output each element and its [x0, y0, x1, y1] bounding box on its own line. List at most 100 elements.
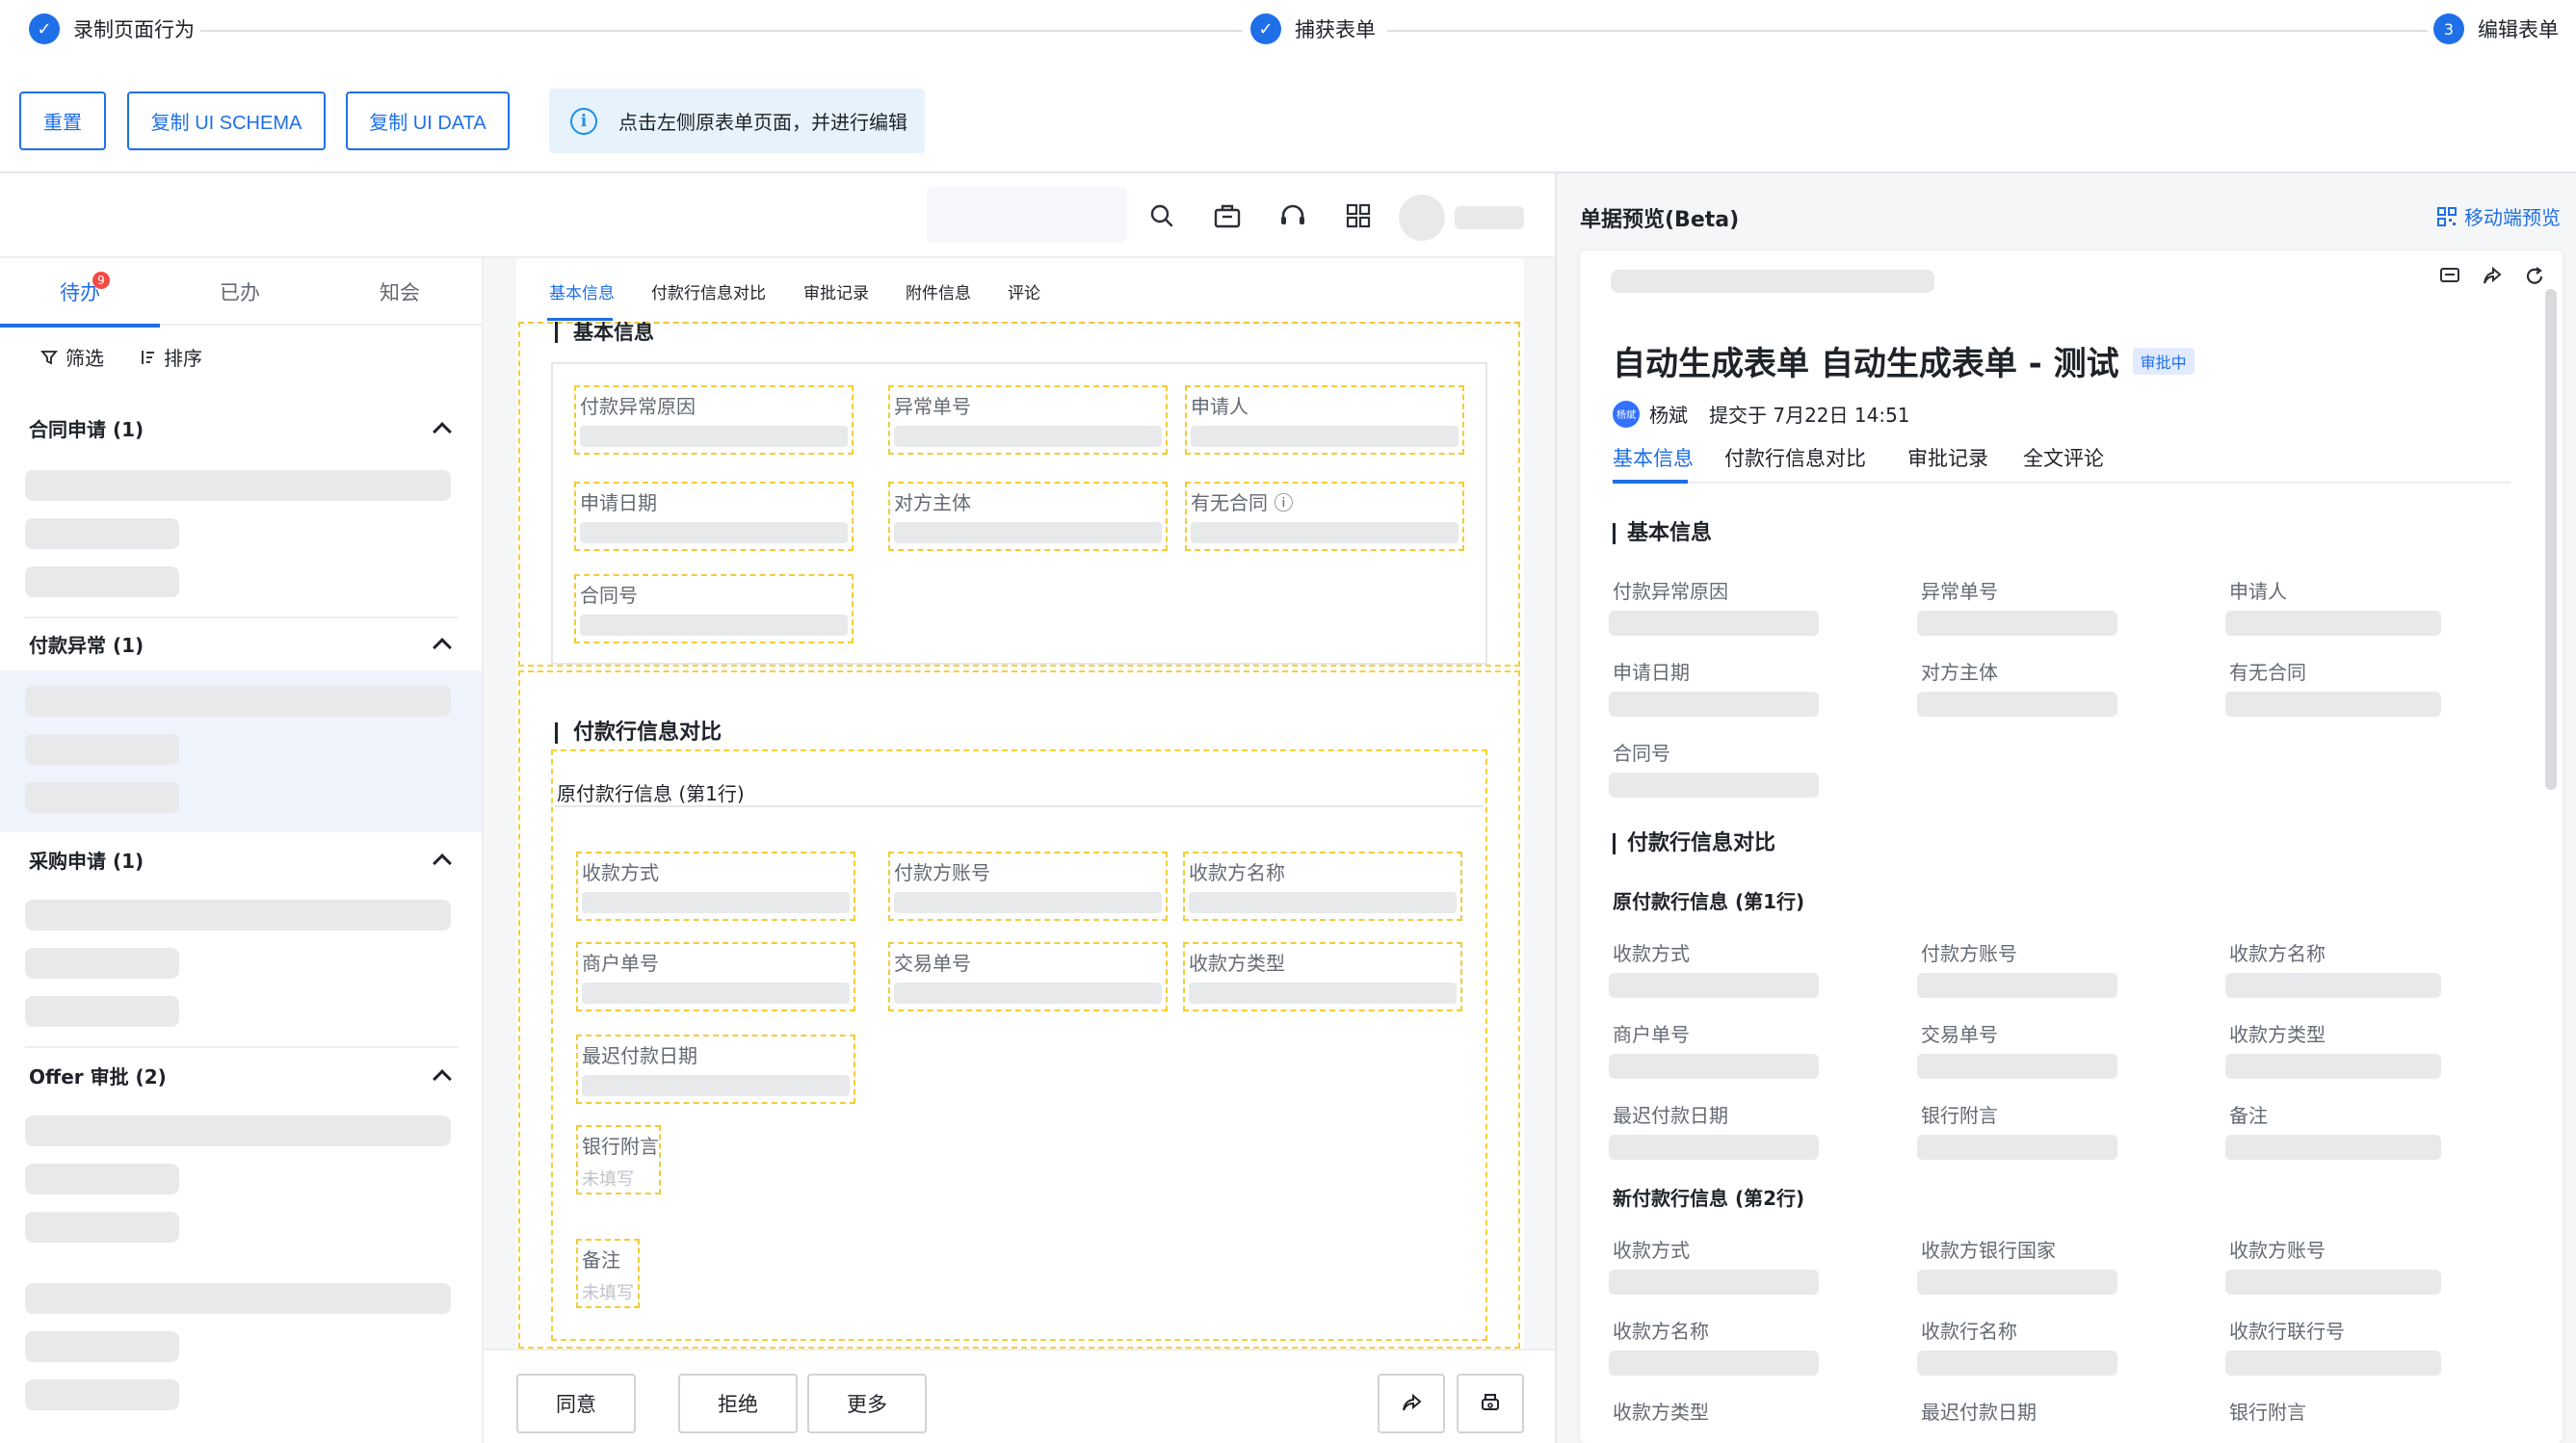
field-exception-no[interactable]: 异常单号	[888, 385, 1168, 455]
field-label: 合同号	[580, 584, 638, 607]
copy-ui-schema-button[interactable]: 复制 UI SCHEMA	[127, 92, 326, 150]
field-label: 异常单号	[894, 395, 971, 418]
step-capture: ✓ 捕获表单	[1250, 13, 1376, 44]
field-value-placeholder	[894, 892, 1162, 913]
tab-done[interactable]: 已办	[160, 258, 320, 326]
group-contract-header[interactable]: 合同申请 (1)	[29, 408, 453, 447]
preview-field-label: 银行附言	[2229, 1401, 2306, 1424]
sort-button[interactable]: 排序	[139, 343, 202, 371]
info-icon[interactable]: ⓘ	[1274, 491, 1293, 514]
tab-basic-info[interactable]: 基本信息	[549, 279, 615, 303]
header-search-placeholder[interactable]	[927, 187, 1127, 243]
share-icon[interactable]	[2482, 266, 2503, 287]
preview-scrollbar[interactable]	[2545, 289, 2557, 790]
preview-sub-title: 原付款行信息 (第1行)	[1613, 890, 1805, 913]
more-button[interactable]: 更多	[807, 1374, 927, 1433]
group-offer-header[interactable]: Offer 审批 (2)	[29, 1056, 453, 1094]
field-applicant[interactable]: 申请人	[1185, 385, 1464, 455]
preview-field-label: 收款方类型	[2229, 1023, 2326, 1046]
field-label: 收款方名称	[1189, 861, 1285, 884]
field-bank-note[interactable]: 银行附言 未填写	[576, 1125, 661, 1194]
list-item-skeleton	[25, 1164, 179, 1194]
agree-button[interactable]: 同意	[516, 1374, 636, 1433]
preview-value-placeholder	[2225, 973, 2441, 998]
search-icon[interactable]	[1143, 197, 1181, 235]
filter-button[interactable]: 筛选	[40, 343, 104, 371]
reset-button[interactable]: 重置	[19, 92, 106, 150]
chevron-up-icon[interactable]	[433, 422, 452, 441]
field-collect-method[interactable]: 收款方式	[576, 852, 855, 921]
status-badge: 审批中	[2132, 347, 2195, 375]
step-label: 录制页面行为	[73, 18, 195, 41]
field-payer-account[interactable]: 付款方账号	[888, 852, 1168, 921]
preview-value-placeholder	[1609, 1270, 1819, 1295]
grid-apps-icon[interactable]	[1339, 197, 1378, 235]
list-item-skeleton	[25, 996, 179, 1027]
refresh-icon[interactable]	[2524, 266, 2545, 287]
original-form-page: 待办 9 已办 知会 筛选 排序 合同申请 (1) 付款异常 (1) 采购申请 …	[0, 173, 1555, 1443]
field-label: 收款方式	[582, 861, 659, 884]
comment-icon[interactable]	[2439, 266, 2460, 287]
chevron-up-icon[interactable]	[433, 853, 452, 873]
field-label: 商户单号	[582, 952, 659, 975]
mobile-preview-link[interactable]: 移动端预览	[2437, 202, 2561, 230]
field-transaction-no[interactable]: 交易单号	[888, 942, 1168, 1011]
field-merchant-order-no[interactable]: 商户单号	[576, 942, 855, 1011]
tab-payment-compare[interactable]: 付款行信息对比	[651, 279, 766, 303]
chevron-up-icon[interactable]	[433, 1069, 452, 1089]
group-payment-exception-header[interactable]: 付款异常 (1)	[29, 624, 453, 663]
group-purchase-header[interactable]: 采购申请 (1)	[29, 840, 453, 879]
tab-approval-records[interactable]: 审批记录	[803, 279, 869, 303]
field-value-placeholder	[582, 983, 850, 1004]
chevron-up-icon[interactable]	[433, 638, 452, 657]
copy-ui-data-button[interactable]: 复制 UI DATA	[346, 92, 510, 150]
preview-field-label: 收款方名称	[1613, 1320, 1709, 1343]
preview-field-label: 最迟付款日期	[1613, 1104, 1728, 1127]
field-value-placeholder	[1189, 892, 1457, 913]
tab-attachments[interactable]: 附件信息	[906, 279, 971, 303]
field-counterparty[interactable]: 对方主体	[888, 482, 1168, 551]
avatar[interactable]	[1399, 195, 1445, 241]
field-payee-name[interactable]: 收款方名称	[1183, 852, 1462, 921]
preview-tab-comments[interactable]: 全文评论	[2023, 443, 2104, 472]
submit-time: 提交于 7月22日 14:51	[1709, 404, 1910, 427]
preview-field-label: 交易单号	[1921, 1023, 1998, 1046]
todo-sidebar: 待办 9 已办 知会 筛选 排序 合同申请 (1) 付款异常 (1) 采购申请 …	[0, 258, 484, 1443]
tab-notified[interactable]: 知会	[320, 258, 480, 326]
tab-todo[interactable]: 待办 9	[0, 258, 160, 328]
tab-comments[interactable]: 评论	[1008, 279, 1040, 303]
preview-value-placeholder	[1609, 1135, 1819, 1160]
field-apply-date[interactable]: 申请日期	[574, 482, 854, 551]
preview-section-title: 付款行信息对比	[1613, 833, 1775, 854]
preview-field-label: 收款行联行号	[2229, 1320, 2345, 1343]
field-payee-type[interactable]: 收款方类型	[1183, 942, 1462, 1011]
share-button[interactable]	[1378, 1374, 1445, 1433]
field-value-placeholder	[580, 426, 848, 447]
field-latest-pay-date[interactable]: 最迟付款日期	[576, 1035, 855, 1104]
field-has-contract[interactable]: 有无合同 ⓘ	[1185, 482, 1464, 551]
group-title: 采购申请 (1)	[29, 849, 145, 873]
preview-tab-approval-records[interactable]: 审批记录	[1907, 443, 1988, 472]
active-tab-indicator	[0, 324, 160, 328]
preview-value-placeholder	[2225, 692, 2441, 717]
reject-button[interactable]: 拒绝	[678, 1374, 798, 1433]
field-payment-exception-reason[interactable]: 付款异常原因	[574, 385, 854, 455]
preview-field-label: 最迟付款日期	[1921, 1401, 2037, 1424]
group-title: 付款异常 (1)	[29, 633, 145, 657]
field-contract-no[interactable]: 合同号	[574, 574, 854, 643]
headset-icon[interactable]	[1274, 197, 1312, 235]
step-done-check-icon: ✓	[1250, 13, 1281, 44]
step-number-icon: 3	[2433, 13, 2464, 44]
preview-tab-basic-info[interactable]: 基本信息	[1613, 443, 1694, 472]
group-divider	[25, 617, 459, 618]
preview-value-placeholder	[1609, 1351, 1819, 1376]
preview-value-placeholder	[1609, 1054, 1819, 1079]
form-tabs: 基本信息 付款行信息对比 审批记录 附件信息 评论	[516, 258, 1524, 322]
toolbox-icon[interactable]	[1208, 197, 1247, 235]
preview-tab-payment-compare[interactable]: 付款行信息对比	[1724, 443, 1866, 472]
field-label: 备注	[582, 1248, 620, 1272]
list-item-skeleton	[25, 1115, 451, 1146]
field-value-placeholder	[580, 522, 848, 543]
print-button[interactable]	[1457, 1374, 1524, 1433]
field-remark[interactable]: 备注 未填写	[576, 1239, 640, 1308]
